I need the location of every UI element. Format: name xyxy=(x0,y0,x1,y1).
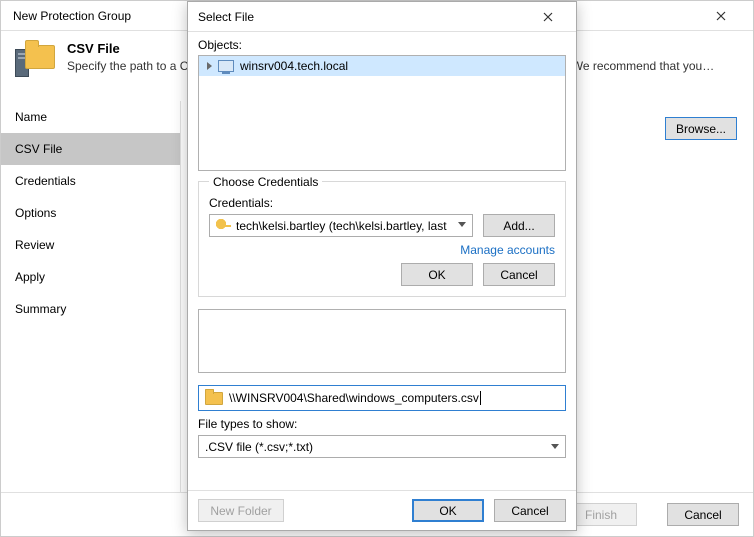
credentials-label: Credentials: xyxy=(209,196,555,210)
outer-close-button[interactable] xyxy=(701,2,741,30)
add-credentials-button[interactable]: Add... xyxy=(483,214,555,237)
select-file-ok-button[interactable]: OK xyxy=(412,499,484,522)
key-icon xyxy=(216,219,230,233)
new-folder-button: New Folder xyxy=(198,499,284,522)
wizard-nav: Name CSV File Credentials Options Review… xyxy=(1,101,181,492)
choose-credentials-title: Choose Credentials xyxy=(209,175,322,189)
objects-label: Objects: xyxy=(188,32,576,55)
nav-item-options[interactable]: Options xyxy=(1,197,180,229)
select-file-footer: New Folder OK Cancel xyxy=(188,490,576,530)
select-file-dialog: Select File Objects: winsrv004.tech.loca… xyxy=(187,1,577,531)
chevron-down-icon xyxy=(551,444,559,449)
file-types-select[interactable]: .CSV file (*.csv;*.txt) xyxy=(198,435,566,458)
chevron-down-icon xyxy=(458,222,466,227)
nav-item-summary[interactable]: Summary xyxy=(1,293,180,325)
select-file-cancel-button[interactable]: Cancel xyxy=(494,499,566,522)
nav-item-apply[interactable]: Apply xyxy=(1,261,180,293)
select-file-titlebar: Select File xyxy=(188,2,576,32)
file-types-label: File types to show: xyxy=(198,417,566,431)
csv-file-wizard-icon xyxy=(15,41,55,81)
tree-node-label: winsrv004.tech.local xyxy=(240,59,348,73)
objects-tree[interactable]: winsrv004.tech.local xyxy=(198,55,566,171)
browse-button[interactable]: Browse... xyxy=(665,117,737,140)
choose-credentials-group: Choose Credentials Credentials: tech\kel… xyxy=(198,181,566,297)
file-path-input[interactable]: \\WINSRV004\Shared\windows_computers.csv xyxy=(198,385,566,411)
credentials-value: tech\kelsi.bartley (tech\kelsi.bartley, … xyxy=(236,219,447,233)
tree-node-host[interactable]: winsrv004.tech.local xyxy=(199,56,565,76)
nav-item-csv-file[interactable]: CSV File xyxy=(1,133,180,165)
credentials-select[interactable]: tech\kelsi.bartley (tech\kelsi.bartley, … xyxy=(209,214,473,237)
close-icon xyxy=(716,11,726,21)
file-path-value: \\WINSRV004\Shared\windows_computers.csv xyxy=(229,391,481,405)
credentials-cancel-button[interactable]: Cancel xyxy=(483,263,555,286)
outer-title: New Protection Group xyxy=(13,9,131,23)
nav-item-review[interactable]: Review xyxy=(1,229,180,261)
nav-item-name[interactable]: Name xyxy=(1,101,180,133)
nav-item-credentials[interactable]: Credentials xyxy=(1,165,180,197)
new-protection-group-window: New Protection Group CSV File Specify th… xyxy=(0,0,754,537)
select-file-title: Select File xyxy=(198,10,254,24)
credentials-ok-button[interactable]: OK xyxy=(401,263,473,286)
file-list[interactable] xyxy=(198,309,566,373)
file-types-value: .CSV file (*.csv;*.txt) xyxy=(205,440,313,454)
manage-accounts-link[interactable]: Manage accounts xyxy=(209,241,555,263)
select-file-close-button[interactable] xyxy=(530,5,566,29)
folder-icon xyxy=(205,392,223,405)
host-icon xyxy=(218,60,234,72)
tree-expander-icon[interactable] xyxy=(207,62,212,70)
cancel-button[interactable]: Cancel xyxy=(667,503,739,526)
close-icon xyxy=(543,12,553,22)
